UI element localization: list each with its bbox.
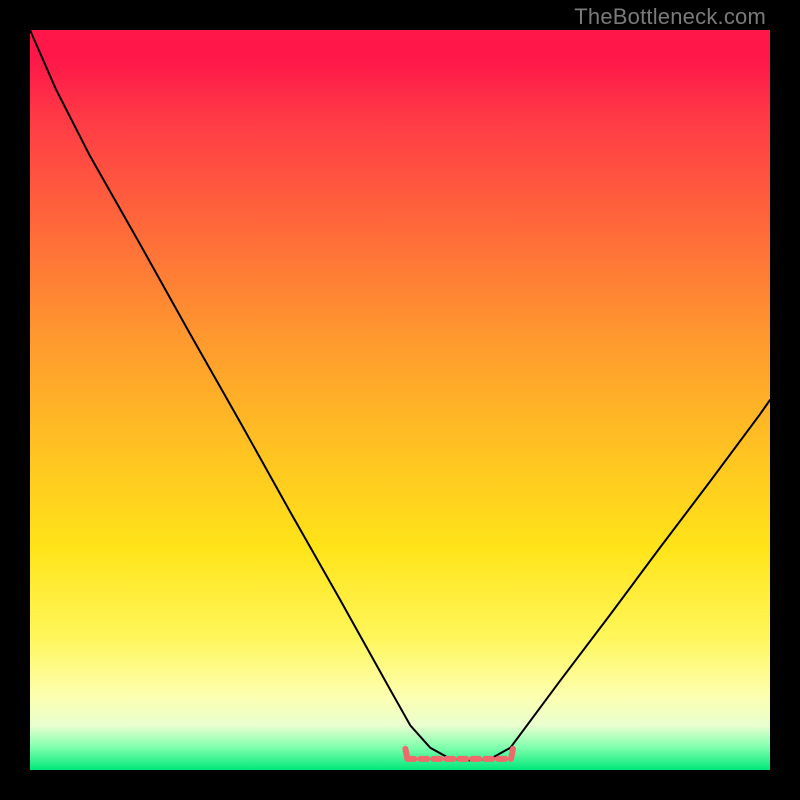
watermark-text: TheBottleneck.com	[574, 4, 766, 30]
chart-frame: TheBottleneck.com	[0, 0, 800, 800]
flat-bottom-marker	[405, 749, 513, 759]
plot-area	[30, 30, 770, 770]
bottleneck-curve	[30, 30, 770, 760]
curve-svg	[30, 30, 770, 770]
